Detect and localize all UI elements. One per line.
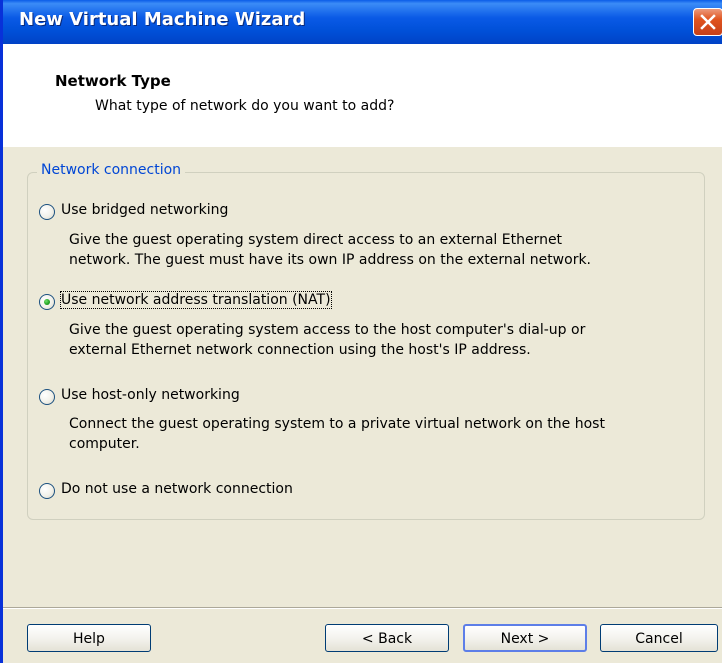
option-nat-label[interactable]: Use network address translation (NAT) [60, 291, 332, 309]
page-subtitle: What type of network do you want to add? [95, 98, 395, 114]
radio-nat[interactable] [39, 294, 55, 310]
header-panel: Network Type What type of network do you… [3, 44, 722, 147]
radio-no-network[interactable] [39, 483, 55, 499]
option-host-only-desc-line2: computer. [69, 436, 140, 452]
title-bar[interactable]: New Virtual Machine Wizard [3, 0, 722, 44]
option-bridged-desc-line2: network. The guest must have its own IP … [69, 252, 592, 268]
option-nat-desc-line1: Give the guest operating system access t… [69, 322, 586, 338]
radio-selected-dot [44, 299, 50, 305]
help-button[interactable]: Help [27, 624, 151, 652]
window-title: New Virtual Machine Wizard [19, 9, 306, 30]
radio-bridged[interactable] [39, 204, 55, 220]
next-button[interactable]: Next > [463, 624, 587, 652]
cancel-button[interactable]: Cancel [600, 624, 718, 652]
group-legend: Network connection [37, 162, 186, 178]
page-title: Network Type [55, 72, 171, 90]
option-bridged-desc-line1: Give the guest operating system direct a… [69, 232, 563, 248]
close-button[interactable] [693, 8, 722, 36]
option-bridged-label[interactable]: Use bridged networking [61, 202, 228, 218]
option-host-only-label[interactable]: Use host-only networking [61, 387, 240, 403]
header-divider [3, 146, 722, 147]
back-button[interactable]: < Back [325, 624, 449, 652]
option-no-network-label[interactable]: Do not use a network connection [61, 481, 293, 497]
close-icon [700, 14, 716, 30]
option-host-only-description: Connect the guest operating system to a … [69, 414, 709, 454]
radio-host-only[interactable] [39, 389, 55, 405]
option-bridged-description: Give the guest operating system direct a… [69, 230, 709, 270]
wizard-window: New Virtual Machine Wizard Network Type … [0, 0, 722, 663]
option-host-only-desc-line1: Connect the guest operating system to a … [69, 416, 605, 432]
option-nat-desc-line2: external Ethernet network connection usi… [69, 342, 531, 358]
option-nat-description: Give the guest operating system access t… [69, 320, 709, 360]
footer-divider-highlight [3, 608, 722, 609]
